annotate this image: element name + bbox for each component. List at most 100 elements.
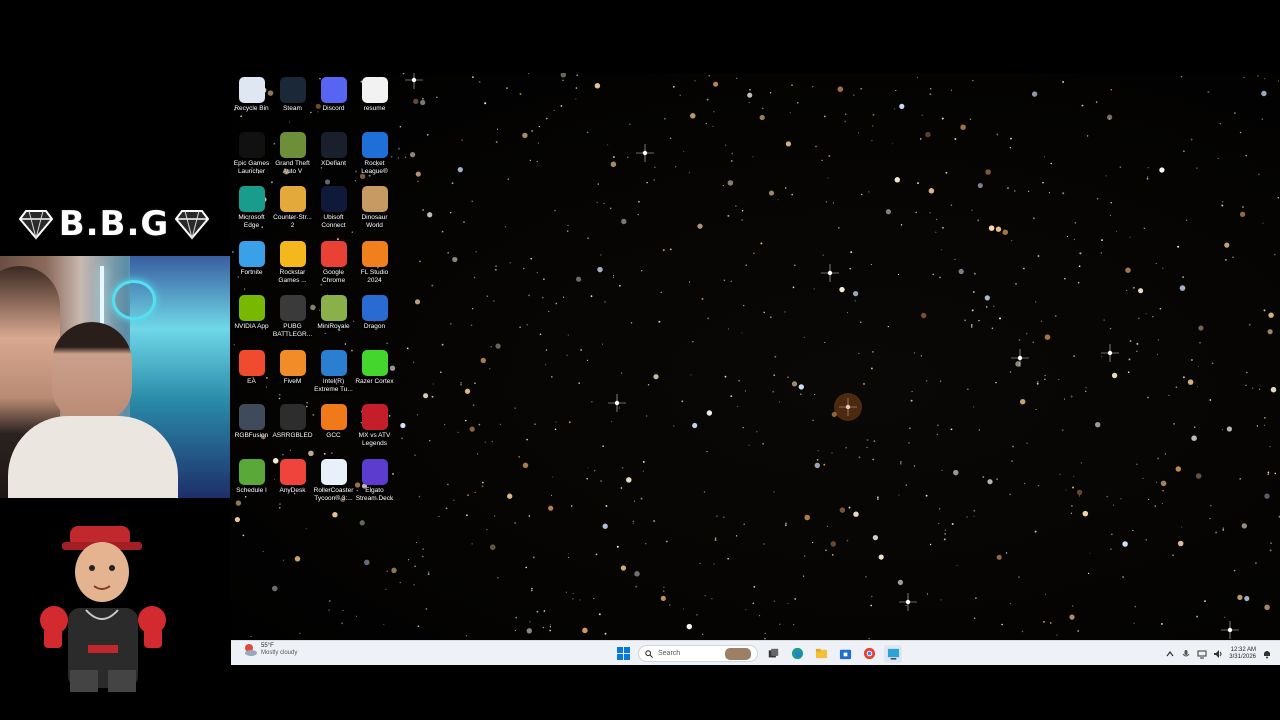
schedule-i-icon [238, 458, 265, 485]
desktop-shortcut[interactable]: Discord [313, 77, 354, 132]
desktop-shortcut-label: Dragon [363, 323, 386, 330]
desktop-shortcut[interactable]: EA [231, 349, 272, 405]
desktop-shortcut[interactable]: Intel(R) Extreme Tu... [313, 349, 354, 405]
desktop-shortcut-label: Intel(R) Extreme Tu... [314, 377, 353, 393]
desktop-shortcut[interactable]: Razer Cortex [354, 349, 395, 405]
desktop-shortcut[interactable]: Dinosaur World [354, 186, 395, 241]
rockstar-icon [279, 240, 306, 267]
desktop-shortcut[interactable]: GCC [313, 404, 354, 459]
desktop-shortcut-label: Rocket League® [361, 159, 388, 175]
stream-app-icon [887, 648, 899, 660]
display-icon[interactable] [1197, 649, 1207, 659]
desktop-shortcut[interactable]: Epic Games Launcher [231, 131, 272, 187]
desktop-shortcut[interactable]: XDefiant [313, 131, 354, 187]
desktop-shortcut[interactable]: AnyDesk [272, 458, 313, 514]
system-tray: 12:32 AM 3/31/2026 [1165, 643, 1272, 664]
desktop-shortcut-label: Fortnite [240, 268, 263, 276]
desktop-shortcut-label: MiniRoyale [317, 323, 350, 330]
discord-icon [320, 77, 347, 103]
ubisoft-icon [320, 186, 347, 212]
desktop-shortcut-label: ASRRGBLED [272, 432, 313, 439]
desktop-shortcut[interactable]: Rockstar Games ... [272, 240, 313, 296]
stream-deck-icon [361, 458, 388, 485]
desktop-shortcut[interactable]: resume [354, 77, 395, 132]
desktop-shortcut[interactable]: FiveM [272, 349, 313, 405]
desktop-shortcut[interactable]: Ubisoft Connect [313, 186, 354, 241]
desktop-shortcut[interactable]: Microsoft Edge [231, 186, 272, 241]
chevron-up-icon[interactable] [1165, 649, 1175, 659]
stream-app-button[interactable] [884, 644, 902, 663]
pubg-icon [279, 295, 306, 321]
taskbar-center: Search [614, 644, 902, 663]
file-explorer-button[interactable] [812, 645, 830, 663]
anydesk-icon [279, 458, 306, 485]
start-icon [616, 647, 630, 660]
desktop-shortcut[interactable]: Schedule I [231, 458, 272, 514]
taskbar-clock[interactable]: 12:32 AM 3/31/2026 [1229, 647, 1256, 661]
task-view-button[interactable] [764, 645, 782, 663]
desktop-shortcut[interactable]: NVIDIA App [231, 295, 272, 350]
desktop-shortcut[interactable]: Rocket League® [354, 131, 395, 187]
microphone-icon[interactable] [1181, 649, 1191, 659]
desktop-shortcut-label: GCC [326, 432, 341, 439]
recycle-bin-icon [238, 77, 265, 103]
fivem-icon [279, 349, 306, 376]
intel-xtu-icon [320, 349, 347, 376]
gcc-icon [320, 404, 347, 430]
desktop-shortcut-label: RGBFusion [234, 432, 269, 439]
desktop-shortcut-label: FL Studio 2024 [360, 268, 389, 284]
desktop-shortcut[interactable]: PUBG BATTLEGR... [272, 295, 313, 350]
desktop-shortcut-label: Epic Games Launcher [233, 159, 270, 175]
steam-icon [279, 77, 306, 103]
desktop-shortcut-label: Razer Cortex [355, 377, 394, 385]
desktop-shortcut[interactable]: MX vs ATV Legends [354, 404, 395, 459]
desktop-shortcut[interactable]: Elgato Stream Deck [354, 458, 395, 514]
weather-condition: Mostly cloudy [261, 650, 298, 656]
chrome-taskbar-icon [863, 647, 875, 660]
miniroyale-icon [320, 295, 347, 321]
volume-icon[interactable] [1213, 649, 1223, 659]
microsoft-store-button[interactable] [836, 645, 854, 663]
desktop-shortcut[interactable]: Dragon [354, 295, 395, 350]
desktop-shortcut-label: Dinosaur World [361, 214, 388, 229]
rocket-league-icon [361, 131, 388, 158]
desktop-shortcut-label: XDefiant [321, 159, 346, 167]
desktop-shortcut-label: Grand Theft Auto V [275, 159, 310, 175]
notification-icon[interactable] [1262, 649, 1272, 659]
clock-time: 12:32 AM [1230, 646, 1256, 653]
desktop-shortcut-label: Ubisoft Connect [321, 214, 346, 229]
fortnite-icon [238, 240, 265, 267]
desktop: Recycle Bin Steam Discord resume Epic Games … [231, 73, 1280, 640]
edge-taskbar-button[interactable] [788, 645, 806, 663]
channel-tag-text: B.B.G [58, 204, 170, 244]
desktop-shortcut-label: RollerCoaster Tycoon® 3:... [313, 486, 354, 502]
weather-widget[interactable]: 55°F Mostly cloudy [243, 643, 297, 657]
desktop-shortcut[interactable]: Steam [272, 77, 313, 132]
weather-icon [243, 643, 257, 657]
task-view-icon [768, 648, 778, 658]
weather-temp: 55°F [261, 643, 274, 649]
chrome-taskbar-button[interactable] [860, 645, 878, 663]
start-button[interactable] [614, 645, 632, 663]
desktop-shortcut[interactable]: ASRRGBLED [272, 404, 313, 459]
channel-tag: B.B.G [14, 200, 214, 248]
desktop-shortcut[interactable]: MiniRoyale [313, 295, 354, 350]
desktop-shortcut[interactable]: Counter-Str... 2 [272, 186, 313, 241]
desktop-shortcut[interactable]: Recycle Bin [231, 77, 272, 132]
dragon-icon [361, 295, 388, 321]
desktop-shortcut[interactable]: Grand Theft Auto V [272, 131, 313, 187]
desktop-shortcut[interactable]: Fortnite [231, 240, 272, 296]
desktop-shortcut[interactable]: FL Studio 2024 [354, 240, 395, 296]
rgbfusion-icon [238, 404, 265, 430]
desktop-shortcut[interactable]: RollerCoaster Tycoon® 3:... [313, 458, 354, 514]
razer-cortex-icon [361, 349, 388, 376]
streamer-avatar [40, 526, 166, 692]
desktop-shortcut[interactable]: RGBFusion [231, 404, 272, 459]
taskbar: 55°F Mostly cloudy Search 12:32 AM 3/31/… [231, 640, 1280, 665]
desktop-shortcut-label: MX vs ATV Legends [358, 432, 391, 447]
dinosaur-world-icon [361, 186, 388, 212]
screen: B.B.G Recycle Bin Steam Discord resume E… [0, 0, 1280, 720]
taskbar-search[interactable]: Search [638, 645, 758, 662]
fl-studio-icon [361, 240, 388, 267]
desktop-shortcut[interactable]: Google Chrome [313, 240, 354, 296]
